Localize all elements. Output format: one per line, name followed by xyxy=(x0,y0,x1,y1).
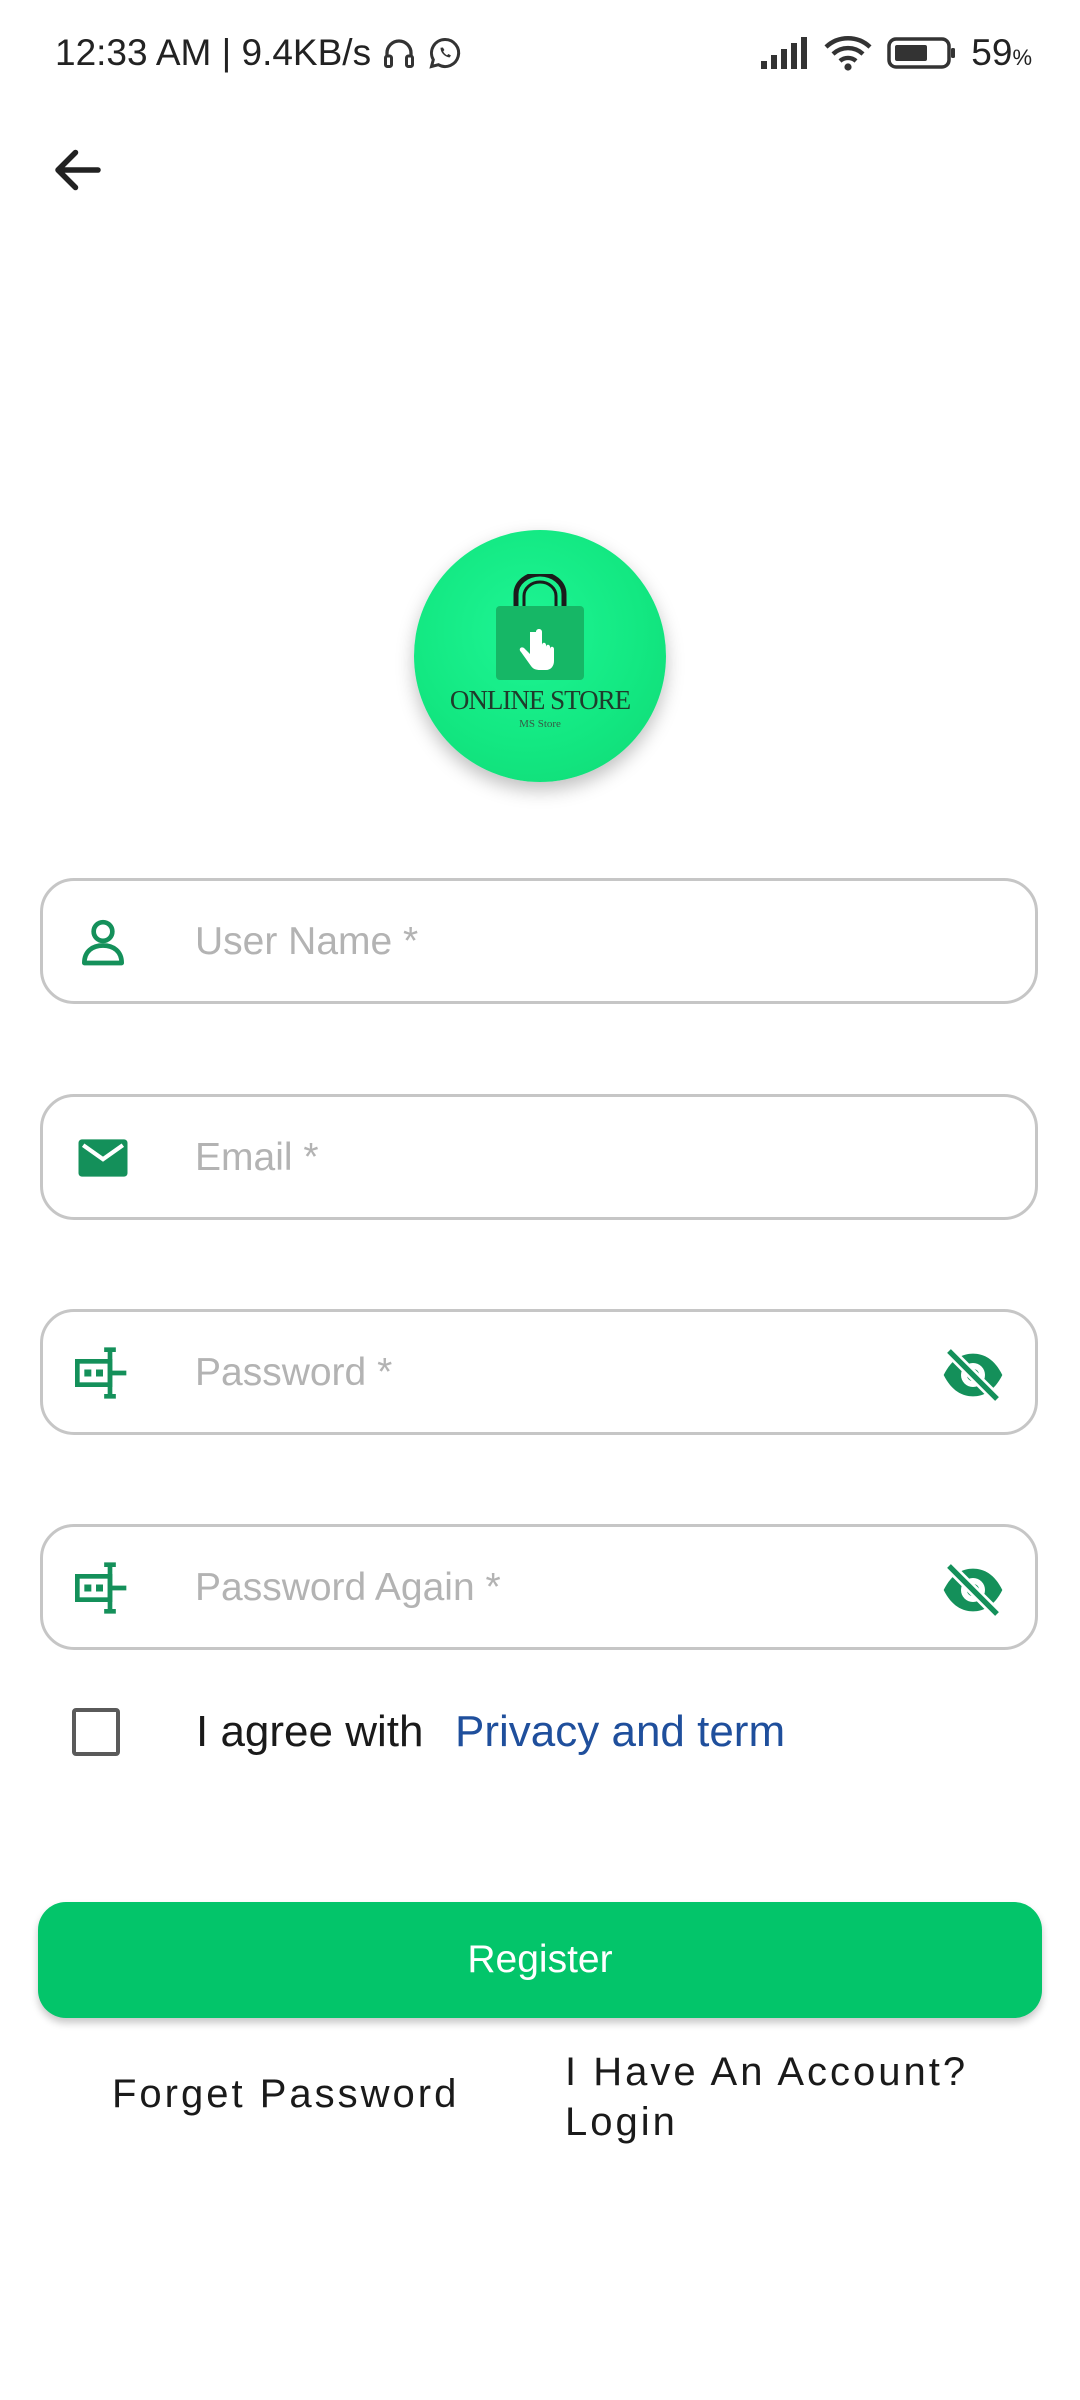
email-field[interactable] xyxy=(40,1094,1038,1220)
password-field[interactable] xyxy=(40,1309,1038,1435)
eye-off-icon[interactable] xyxy=(941,1348,1005,1402)
shopping-bag-icon xyxy=(496,574,584,680)
username-field[interactable] xyxy=(40,878,1038,1004)
battery-icon xyxy=(887,37,956,69)
agree-checkbox[interactable] xyxy=(72,1708,120,1756)
username-input[interactable] xyxy=(193,901,957,983)
user-icon xyxy=(82,919,124,966)
password-again-input[interactable] xyxy=(193,1547,957,1629)
status-bar: 12:33 AM | 9.4KB/s 59% xyxy=(0,0,1080,120)
logo-title: ONLINE STORE xyxy=(449,685,631,715)
password-again-field[interactable] xyxy=(40,1524,1038,1650)
status-time: 12:33 AM | 9.4KB/s xyxy=(55,32,372,73)
register-button[interactable]: Register xyxy=(38,1902,1042,2018)
privacy-term-link[interactable]: Privacy and term xyxy=(455,1707,785,1757)
forget-password-link[interactable]: Forget Password xyxy=(112,2072,459,2117)
logo-subtitle: MS Store xyxy=(519,718,561,730)
mail-icon xyxy=(78,1139,128,1177)
agree-label: I agree with xyxy=(196,1707,424,1756)
store-logo: ONLINE STORE MS Store xyxy=(414,530,666,782)
arrow-left-icon xyxy=(55,149,101,191)
headphones-icon xyxy=(384,39,415,68)
battery-percent: 59% xyxy=(971,32,1032,73)
status-right: 59% xyxy=(759,32,1032,74)
status-left: 12:33 AM | 9.4KB/s xyxy=(55,32,463,74)
back-button[interactable] xyxy=(48,140,108,200)
signal-icon xyxy=(761,37,808,69)
whatsapp-icon xyxy=(429,37,461,69)
password-input[interactable] xyxy=(193,1332,957,1414)
eye-off-icon[interactable] xyxy=(941,1563,1005,1617)
email-input[interactable] xyxy=(193,1117,957,1199)
password-icon xyxy=(75,1562,127,1614)
login-link[interactable]: I Have An Account? Login xyxy=(565,2047,1005,2147)
wifi-icon xyxy=(824,36,872,71)
password-icon xyxy=(75,1347,127,1399)
